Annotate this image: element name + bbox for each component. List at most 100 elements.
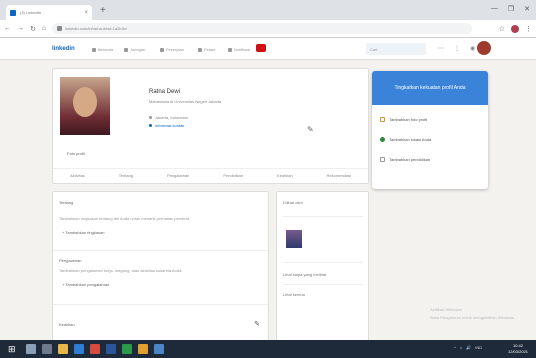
nav-item-jobs[interactable]: Pekerjaan xyxy=(160,47,184,52)
linkedin-logo[interactable]: linkedin xyxy=(52,46,75,52)
windows-activation-watermark: Aktifkan Windows Buka Pengaturan untuk m… xyxy=(430,306,514,322)
reload-button[interactable]: ↻ xyxy=(30,25,36,33)
browser-tabstrip: (3) LinkedIn × + — ❐ ✕ xyxy=(0,0,536,20)
new-tab-button[interactable]: + xyxy=(100,6,106,16)
tab-close-icon[interactable]: × xyxy=(84,10,88,16)
home-icon xyxy=(92,47,96,52)
link-icon xyxy=(149,124,152,127)
linkedin-navbar: linkedin Beranda Jaringan Pekerjaan Pesa… xyxy=(0,38,536,60)
add-experience-button[interactable]: + Tambahkan pengalaman xyxy=(62,282,109,287)
back-button[interactable]: ← xyxy=(4,25,11,32)
card-divider xyxy=(283,216,363,217)
section-heading-about: Tentang xyxy=(59,200,74,205)
chrome-icon[interactable] xyxy=(138,344,148,354)
home-button[interactable]: ⌂ xyxy=(42,25,46,32)
search-input[interactable]: Cari xyxy=(366,43,426,55)
profile-name: Ratna Dewi xyxy=(149,89,181,95)
card-divider xyxy=(283,262,363,263)
grid-icon[interactable]: ⋮ xyxy=(454,45,460,52)
viewers-item-2[interactable]: Lihat semua xyxy=(283,292,305,297)
app-icon-2[interactable] xyxy=(154,344,164,354)
nav-item-label: Pekerjaan xyxy=(166,47,185,52)
location-icon xyxy=(149,116,152,119)
profile-headline: Mahasiswa di Universitas Negeri Jakarta xyxy=(149,99,222,104)
recording-icon[interactable] xyxy=(256,44,266,52)
checkbox-icon xyxy=(380,117,385,122)
panel-item[interactable]: Tambahkan lokasi Anda xyxy=(380,137,431,142)
page-viewport: linkedin Beranda Jaringan Pekerjaan Pesa… xyxy=(0,38,536,340)
profile-sections-card: Tentang Tambahkan ringkasan tentang diri… xyxy=(52,191,269,340)
nav-item-home[interactable]: Beranda xyxy=(92,47,113,52)
profile-location: Jakarta, Indonesia xyxy=(149,115,188,120)
system-tray: ^ ⌂ 🔊 IND xyxy=(454,345,482,350)
tab-experience[interactable]: Pengalaman xyxy=(167,173,189,178)
viewers-card: Dilihat oleh Lihat siapa yang melihat Li… xyxy=(276,191,369,340)
panel-item-label: Tambahkan pendidikan xyxy=(389,157,431,162)
browser-profile-avatar[interactable] xyxy=(511,24,519,33)
nav-item-label: Beranda xyxy=(98,47,114,52)
tray-expand-icon[interactable]: ^ xyxy=(454,345,456,350)
check-done-icon xyxy=(380,137,385,142)
watermark-line: Aktifkan Windows xyxy=(430,307,462,312)
nav-right-icons: ⋯ ⋮ ◉ xyxy=(438,45,475,52)
tab-about[interactable]: Tentang xyxy=(119,173,133,178)
section-heading-experience: Pengalaman xyxy=(59,258,82,263)
viewers-title: Dilihat oleh xyxy=(283,200,303,205)
card-divider xyxy=(283,284,363,285)
nav-item-label: Jaringan xyxy=(130,47,146,52)
browser-toolbar: ← → ↻ ⌂ linkedin.com/in/ratna-dewi-1a2b3… xyxy=(0,20,536,38)
section-heading-skills: Keahlian xyxy=(59,322,75,327)
nav-item-network[interactable]: Jaringan xyxy=(124,47,145,52)
store-icon[interactable] xyxy=(74,344,84,354)
forward-button[interactable]: → xyxy=(17,25,24,32)
windows-taskbar: ⊞ ^ ⌂ 🔊 IND 10.42 12/03/2021 xyxy=(0,340,536,358)
tab-recommendations[interactable]: Rekomendasi xyxy=(327,173,351,178)
volume-icon[interactable]: 🔊 xyxy=(466,345,471,350)
add-summary-button[interactable]: + Tambahkan ringkasan xyxy=(62,230,105,235)
language-indicator[interactable]: IND xyxy=(475,345,482,350)
settings-icon[interactable]: ◉ xyxy=(470,45,475,52)
browser-tab[interactable]: (3) LinkedIn × xyxy=(6,5,92,20)
tab-skills[interactable]: Keahlian xyxy=(277,173,293,178)
excel-icon[interactable] xyxy=(122,344,132,354)
windows-start-button[interactable]: ⊞ xyxy=(8,344,18,354)
taskbar-clock[interactable]: 10.42 12/03/2021 xyxy=(508,343,528,355)
minimize-button[interactable]: — xyxy=(491,5,498,13)
briefcase-icon xyxy=(160,47,164,52)
profile-photo[interactable] xyxy=(60,77,110,135)
section-text-about: Tambahkan ringkasan tentang diri Anda un… xyxy=(59,216,191,221)
linkedin-favicon-icon xyxy=(10,9,16,16)
viewer-thumbnail[interactable] xyxy=(286,230,302,248)
more-icon[interactable]: ⋯ xyxy=(438,45,444,52)
edit-skills-pencil-icon[interactable]: ✎ xyxy=(254,320,260,328)
network-icon[interactable]: ⌂ xyxy=(460,345,462,350)
contact-info-link[interactable]: Informasi kontak xyxy=(149,123,184,128)
panel-header: Tingkatkan kekuatan profil Anda xyxy=(372,71,488,105)
window-controls: — ❐ ✕ xyxy=(491,5,530,13)
message-icon xyxy=(198,47,202,52)
maximize-button[interactable]: ❐ xyxy=(508,5,514,13)
tab-education[interactable]: Pendidikan xyxy=(223,173,243,178)
section-divider xyxy=(53,250,268,251)
app-icon[interactable] xyxy=(90,344,100,354)
file-explorer-icon[interactable] xyxy=(58,344,68,354)
lock-icon xyxy=(57,26,63,31)
tab-activity[interactable]: Aktivitas xyxy=(70,173,85,178)
panel-item[interactable]: Tambahkan pendidikan xyxy=(380,157,430,162)
edit-profile-pencil-icon[interactable]: ✎ xyxy=(307,125,314,134)
nav-item-messaging[interactable]: Pesan xyxy=(198,47,215,52)
bookmark-star-icon[interactable]: ☆ xyxy=(499,25,505,33)
viewers-item-1[interactable]: Lihat siapa yang melihat xyxy=(283,272,326,277)
profile-strength-panel: Tingkatkan kekuatan profil Anda Tambahka… xyxy=(372,71,488,189)
search-icon[interactable] xyxy=(26,344,36,354)
close-window-button[interactable]: ✕ xyxy=(524,5,530,13)
nav-avatar[interactable] xyxy=(477,41,491,55)
panel-item[interactable]: Tambahkan foto profil xyxy=(380,117,427,122)
nav-item-notifications[interactable]: Notifikasi xyxy=(228,47,250,52)
browser-menu-icon[interactable]: ⋮ xyxy=(525,25,532,33)
word-icon[interactable] xyxy=(106,344,116,354)
task-view-icon[interactable] xyxy=(42,344,52,354)
photo-caption: Foto profil xyxy=(67,151,85,156)
address-bar[interactable]: linkedin.com/in/ratna-dewi-1a2b3c/ xyxy=(52,23,473,34)
watermark-line: Buka Pengaturan untuk mengaktifkan Windo… xyxy=(430,315,515,320)
